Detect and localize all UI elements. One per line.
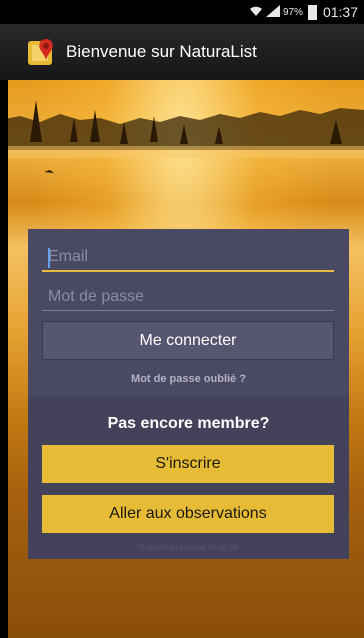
login-card: Me connecter Mot de passe oublié ? Pas e… bbox=[28, 229, 349, 559]
observations-button[interactable]: Aller aux observations bbox=[42, 495, 334, 533]
battery-icon bbox=[307, 4, 317, 20]
signup-button[interactable]: S'inscrire bbox=[42, 445, 334, 483]
text-caret bbox=[48, 248, 50, 268]
password-field[interactable] bbox=[42, 283, 334, 311]
battery-percent: 97% bbox=[282, 6, 303, 18]
action-bar: Bienvenue sur NaturaList bbox=[0, 24, 364, 80]
forgot-password-link[interactable]: Mot de passe oublié ? bbox=[28, 373, 349, 385]
connect-button[interactable]: Me connecter bbox=[42, 321, 334, 360]
clock: 01:37 bbox=[322, 4, 358, 20]
status-bar: 97% 01:37 bbox=[0, 0, 364, 24]
signal-icon bbox=[265, 4, 280, 20]
app-logo-icon[interactable] bbox=[26, 35, 60, 69]
email-field[interactable] bbox=[42, 244, 334, 272]
wifi-icon bbox=[249, 5, 263, 20]
not-member-heading: Pas encore membre? bbox=[107, 415, 270, 432]
version-label: Biolovision NaturaList v0.44 bbox=[139, 543, 238, 552]
page-title: Bienvenue sur NaturaList bbox=[66, 42, 257, 61]
